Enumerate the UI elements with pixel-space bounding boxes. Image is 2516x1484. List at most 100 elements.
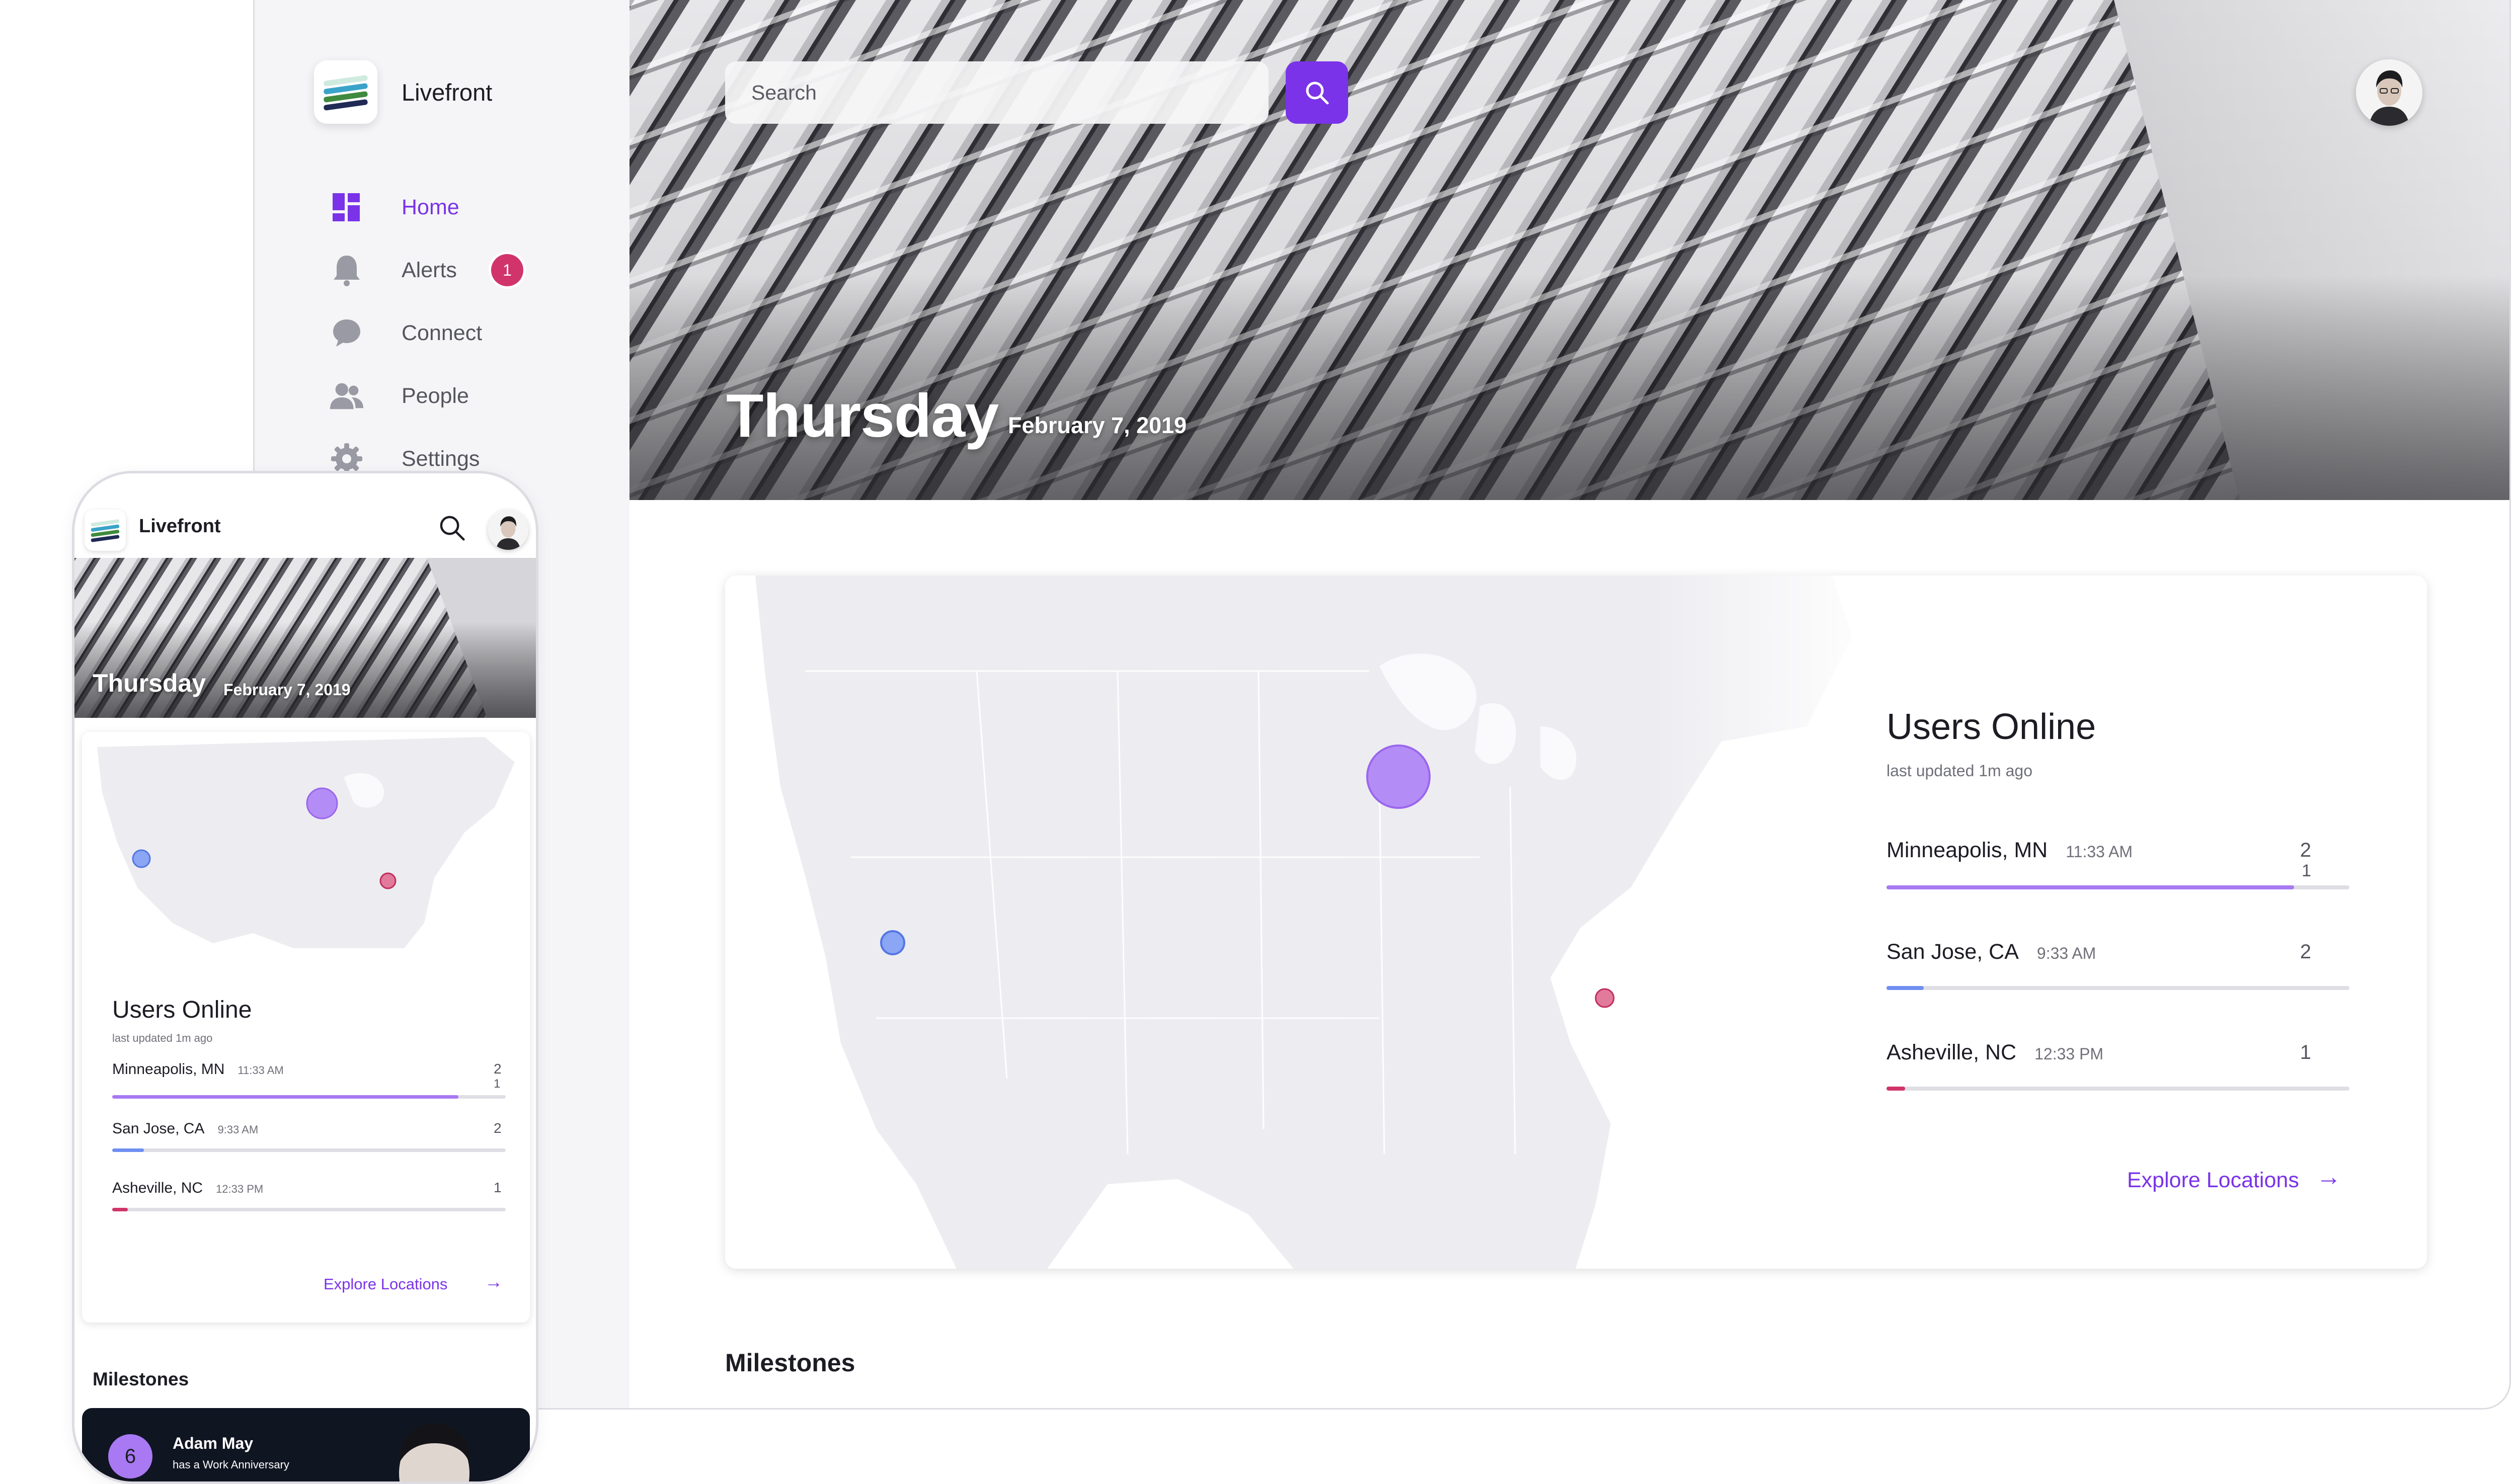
milestone-text: has a Work Anniversary [173,1458,289,1471]
location-row-asheville[interactable]: Asheville, NC 12:33 PM [112,1180,263,1197]
users-online-subtitle: last updated 1m ago [112,1032,213,1044]
location-city: Minneapolis, MN [1886,838,2048,862]
milestone-card[interactable]: 6 Adam May has a Work Anniversary [82,1408,530,1481]
location-time: 9:33 AM [2036,944,2096,962]
users-online-title: Users Online [112,997,252,1023]
people-icon [329,378,364,414]
milestones-heading: Milestones [725,1349,855,1377]
dashboard-icon [329,190,364,225]
search-button[interactable] [437,513,467,545]
map-marker-san-jose[interactable] [880,930,905,955]
us-map[interactable] [82,732,530,973]
location-time: 11:33 AM [2066,843,2133,861]
milestone-person-name: Adam May [173,1434,254,1452]
location-subcount: 1 [494,1077,501,1091]
progress-fill [112,1095,459,1099]
location-city: San Jose, CA [1886,940,2019,964]
location-time: 12:33 PM [2034,1045,2104,1063]
location-count: 2 [2300,941,2311,963]
hero-banner: Search Thursday February 7, 2019 [630,0,2509,500]
search-icon [440,516,465,541]
users-online-card: Users Online last updated 1m ago Minneap… [725,575,2427,1269]
search-input[interactable]: Search [725,61,1269,124]
milestone-person-photo [399,1423,470,1481]
chat-bubble-icon [329,315,364,351]
bell-icon [329,253,364,288]
location-progress-asheville [112,1208,506,1211]
location-progress-san-jose [1886,986,2349,990]
location-city: Asheville, NC [1886,1040,2017,1064]
sidebar-item-people[interactable]: People [255,371,630,421]
milestones-heading: Milestones [93,1369,189,1389]
users-online-title: Users Online [1886,707,2096,747]
alerts-count-badge: 1 [491,254,523,286]
location-row-san-jose[interactable]: San Jose, CA 9:33 AM [1886,940,2096,964]
brand-logo[interactable] [85,510,126,551]
location-progress-minneapolis [1886,885,2349,889]
milestone-years-badge: 6 [108,1434,152,1478]
location-count: 1 [494,1180,502,1195]
sidebar-item-label: People [402,383,469,408]
arrow-right-icon[interactable]: → [2316,1162,2341,1191]
sidebar-item-alerts[interactable]: Alerts 1 [255,245,630,295]
location-row-san-jose[interactable]: San Jose, CA 9:33 AM [112,1120,258,1137]
explore-locations-link[interactable]: Explore Locations [2127,1168,2299,1193]
brand-name: Livefront [139,516,221,537]
search-icon [1306,81,1329,105]
location-progress-asheville [1886,1087,2349,1091]
arrow-right-icon[interactable]: → [485,1271,503,1292]
explore-locations-link[interactable]: Explore Locations [324,1275,447,1293]
location-progress-minneapolis [112,1095,506,1099]
user-avatar[interactable] [488,510,528,550]
location-row-asheville[interactable]: Asheville, NC 12:33 PM [1886,1040,2103,1065]
location-count: 2 [494,1061,502,1077]
map-marker-asheville[interactable] [1595,988,1615,1008]
sidebar-item-label: Settings [402,446,480,471]
location-time: 12:33 PM [216,1183,264,1195]
location-count: 2 [2300,839,2311,861]
livefront-logo-icon [324,75,368,111]
location-count: 2 [494,1120,502,1136]
progress-fill [1886,986,1924,990]
location-city: Minneapolis, MN [112,1061,225,1078]
progress-fill [112,1208,128,1211]
brand-name: Livefront [402,79,493,106]
mobile-device: Livefront Thursday February 7, 2019 User… [72,471,538,1484]
sidebar-item-label: Connect [402,320,483,345]
hero-banner: Thursday February 7, 2019 [74,558,536,718]
sidebar-item-label: Alerts [402,258,457,282]
map-marker-minneapolis[interactable] [306,787,338,819]
location-row-minneapolis[interactable]: Minneapolis, MN 11:33 AM [1886,838,2133,863]
location-row-minneapolis[interactable]: Minneapolis, MN 11:33 AM [112,1061,284,1078]
map-marker-asheville[interactable] [379,872,397,889]
location-subcount: 1 [2302,861,2311,880]
users-online-card: Users Online last updated 1m ago Minneap… [82,732,530,1323]
sidebar-item-connect[interactable]: Connect [255,308,630,358]
sidebar-item-home[interactable]: Home [255,182,630,232]
progress-fill [1886,1087,1905,1091]
location-time: 11:33 AM [238,1064,284,1077]
hero-date: February 7, 2019 [1008,413,1187,438]
location-progress-san-jose [112,1148,506,1152]
us-map[interactable] [725,575,1882,1269]
desktop-window: Livefront Home Alerts 1 Connect People S… [253,0,2511,1410]
brand-logo[interactable] [314,60,377,124]
location-city: San Jose, CA [112,1120,205,1137]
location-city: Asheville, NC [112,1180,203,1196]
avatar-photo [488,510,528,550]
progress-fill [112,1148,144,1152]
hero-day: Thursday [93,669,206,697]
livefront-logo-icon [91,519,120,542]
users-online-subtitle: last updated 1m ago [1886,762,2032,780]
progress-fill [1886,885,2294,889]
map-marker-minneapolis[interactable] [1366,745,1431,809]
avatar-photo [2356,59,2422,126]
sidebar-item-label: Home [402,195,459,219]
location-count: 1 [2300,1041,2311,1063]
map-marker-san-jose[interactable] [132,849,151,868]
location-time: 9:33 AM [217,1123,259,1136]
user-avatar[interactable] [2356,59,2422,126]
hero-date: February 7, 2019 [223,681,351,699]
hero-day: Thursday [726,381,999,450]
search-button[interactable] [1286,61,1348,124]
